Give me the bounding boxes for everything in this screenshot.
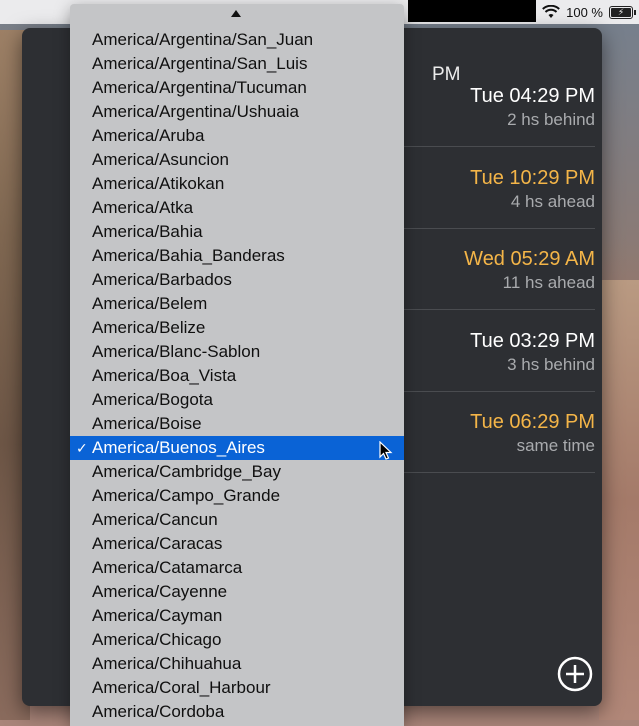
timezone-time: Tue 03:29 PM <box>470 329 595 352</box>
timezone-offset: 2 hs behind <box>507 110 595 129</box>
menu-item[interactable]: America/Atka <box>70 196 404 220</box>
menu-item[interactable]: America/Belize <box>70 316 404 340</box>
menu-item-label: America/Chicago <box>92 630 222 649</box>
menu-item-selected[interactable]: ✓ America/Buenos_Aires <box>70 436 404 460</box>
menu-item[interactable]: America/Bogota <box>70 388 404 412</box>
menu-item[interactable]: America/Campo_Grande <box>70 484 404 508</box>
menu-item-label: America/Cambridge_Bay <box>92 462 281 481</box>
timezone-offset: 3 hs behind <box>507 354 595 374</box>
menu-item-label: America/Argentina/San_Juan <box>92 30 314 49</box>
menu-item-label: America/Aruba <box>92 126 205 145</box>
menu-item-label: America/Argentina/Tucuman <box>92 78 307 97</box>
menu-item-label: America/Argentina/San_Luis <box>92 54 308 73</box>
menu-item-label: America/Buenos_Aires <box>92 438 265 457</box>
menu-item[interactable]: America/Blanc-Sablon <box>70 340 404 364</box>
menu-item-label: America/Catamarca <box>92 558 243 577</box>
menu-item[interactable]: America/Belem <box>70 292 404 316</box>
menu-item-label: America/Atikokan <box>92 174 225 193</box>
menu-item-label: America/Coral_Harbour <box>92 678 271 697</box>
menu-item[interactable]: America/Argentina/Ushuaia <box>70 100 404 124</box>
timezone-time: Tue 10:29 PM <box>470 166 595 189</box>
menu-item-label: America/Cayenne <box>92 582 228 601</box>
menu-item[interactable]: America/Argentina/San_Luis <box>70 52 404 76</box>
menu-item[interactable]: America/Aruba <box>70 124 404 148</box>
menu-item-label: America/Chihuahua <box>92 654 242 673</box>
wifi-icon[interactable] <box>542 5 561 19</box>
menu-item[interactable]: America/Cayenne <box>70 580 404 604</box>
menu-item[interactable]: America/Cayman <box>70 604 404 628</box>
menu-item[interactable]: America/Boise <box>70 412 404 436</box>
menu-item[interactable]: America/Caracas <box>70 532 404 556</box>
timezone-dropdown-menu[interactable]: America/Argentina/San_Juan America/Argent… <box>70 4 404 726</box>
checkmark-icon: ✓ <box>76 440 88 456</box>
menu-item[interactable]: America/Asuncion <box>70 148 404 172</box>
battery-percent[interactable]: 100 % <box>566 5 603 20</box>
menu-item[interactable]: America/Argentina/Tucuman <box>70 76 404 100</box>
menu-item[interactable]: America/Barbados <box>70 268 404 292</box>
timezone-time: Tue 06:29 PM <box>470 411 595 433</box>
menu-item-label: America/Bahia <box>92 222 203 241</box>
menu-item[interactable]: America/Bahia <box>70 220 404 244</box>
timezone-time: Wed 05:29 AM <box>464 248 595 270</box>
add-timezone-button[interactable] <box>557 656 593 692</box>
menu-item[interactable]: America/Chihuahua <box>70 652 404 676</box>
menu-item-label: America/Bogota <box>92 390 213 409</box>
menubar-app-item[interactable] <box>408 0 536 22</box>
menu-item-label: America/Atka <box>92 198 194 217</box>
wallpaper-rock-right <box>599 280 639 720</box>
menu-item-label: America/Blanc-Sablon <box>92 342 261 361</box>
mouse-pointer-icon <box>379 441 393 460</box>
menu-item-label: America/Cancun <box>92 510 218 529</box>
menu-item-label: America/Belize <box>92 318 206 337</box>
menu-item-label: America/Bahia_Banderas <box>92 246 285 265</box>
menu-item[interactable]: America/Coral_Harbour <box>70 676 404 700</box>
menu-item[interactable]: America/Chicago <box>70 628 404 652</box>
menu-item[interactable]: America/Atikokan <box>70 172 404 196</box>
menu-item-label: America/Campo_Grande <box>92 486 281 505</box>
menu-item-label: America/Cayman <box>92 606 223 625</box>
menu-item-label: America/Belem <box>92 294 208 313</box>
timezone-time: Tue 04:29 PM <box>470 85 595 107</box>
timezone-offset: 11 hs ahead <box>502 273 595 292</box>
timezone-offset: same time <box>516 436 595 455</box>
menu-item-label: America/Boa_Vista <box>92 366 237 385</box>
menu-item-label: America/Argentina/Ushuaia <box>92 102 299 121</box>
menu-item-label: America/Caracas <box>92 534 223 553</box>
menu-item-label: America/Boise <box>92 414 202 433</box>
timezone-offset: 4 hs ahead <box>510 191 595 211</box>
menu-item[interactable]: America/Cambridge_Bay <box>70 460 404 484</box>
menu-item[interactable]: America/Argentina/San_Juan <box>70 28 404 52</box>
battery-charging-icon[interactable]: ⚡ <box>609 5 636 19</box>
menu-item[interactable]: America/Catamarca <box>70 556 404 580</box>
menu-item[interactable]: America/Bahia_Banderas <box>70 244 404 268</box>
menu-item[interactable]: America/Cancun <box>70 508 404 532</box>
menubar-status-area: 100 % ⚡ <box>542 3 636 21</box>
menu-item[interactable]: America/Boa_Vista <box>70 364 404 388</box>
menu-item[interactable]: America/Cordoba <box>70 700 404 724</box>
menu-item-label: America/Cordoba <box>92 702 225 721</box>
scroll-up-arrow-icon[interactable] <box>231 10 241 17</box>
menu-item-label: America/Asuncion <box>92 150 230 169</box>
menu-item-label: America/Barbados <box>92 270 232 289</box>
